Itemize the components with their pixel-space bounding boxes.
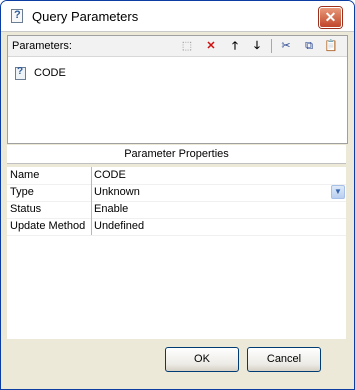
arrow-down-icon: 🡓 (254, 40, 260, 52)
property-key: Type (10, 186, 34, 198)
dialog-body (7, 237, 346, 339)
grid-divider (91, 184, 92, 201)
parameter-name: CODE (34, 67, 66, 79)
parameter-properties-header: Parameter Properties (7, 145, 346, 164)
toolbar-separator (271, 39, 272, 53)
scissors-icon: ✂ (281, 40, 291, 52)
property-row-type[interactable]: Type Unknown ▼ (7, 184, 346, 202)
property-row-update-method[interactable]: Update Method Undefined (7, 218, 346, 236)
property-key: Name (10, 169, 40, 181)
close-button[interactable]: ✕ (319, 7, 342, 28)
cancel-button[interactable]: Cancel (247, 347, 321, 372)
property-key: Update Method (10, 220, 86, 232)
grid-divider (91, 201, 92, 218)
parameters-label: Parameters: (12, 40, 72, 52)
parameters-panel: Parameters: ⬚ ✕ 🡑 🡓 ✂ ⧉ 📋 CODE (7, 35, 348, 144)
grid-divider (91, 218, 92, 235)
grid-divider (91, 167, 92, 184)
delete-parameter-button[interactable]: ✕ (203, 38, 219, 54)
copy-button[interactable]: ⧉ (301, 38, 317, 54)
query-parameters-dialog: Query Parameters ✕ Parameters: ⬚ ✕ 🡑 🡓 ✂… (0, 0, 355, 390)
property-key: Status (10, 203, 42, 215)
paste-icon: 📋 (324, 40, 338, 52)
type-dropdown-button[interactable]: ▼ (331, 185, 345, 199)
property-value: CODE (94, 169, 126, 181)
cut-button[interactable]: ✂ (278, 38, 294, 54)
title-bar: Query Parameters ✕ (1, 1, 354, 32)
arrow-up-icon: 🡑 (232, 40, 238, 52)
window-title: Query Parameters (32, 9, 139, 24)
paste-button[interactable]: 📋 (323, 38, 339, 54)
parameters-toolbar: Parameters: ⬚ ✕ 🡑 🡓 ✂ ⧉ 📋 (8, 36, 347, 57)
query-help-icon (11, 9, 23, 23)
copy-icon: ⧉ (305, 40, 313, 52)
move-down-button[interactable]: 🡓 (249, 38, 265, 54)
new-parameter-button[interactable]: ⬚ (179, 38, 195, 54)
property-value: Enable (94, 203, 129, 215)
ok-button[interactable]: OK (165, 347, 239, 372)
property-value: Unknown (94, 186, 140, 198)
close-icon: ✕ (324, 9, 337, 25)
property-value: Undefined (94, 220, 145, 232)
parameter-icon (15, 66, 26, 80)
property-row-status[interactable]: Status Enable (7, 201, 346, 219)
new-icon: ⬚ (181, 40, 193, 52)
parameter-properties-grid: Name CODE Type Unknown ▼ Status Enable U… (7, 167, 346, 237)
property-row-name[interactable]: Name CODE (7, 167, 346, 185)
delete-x-icon: ✕ (206, 40, 216, 52)
move-up-button[interactable]: 🡑 (227, 38, 243, 54)
